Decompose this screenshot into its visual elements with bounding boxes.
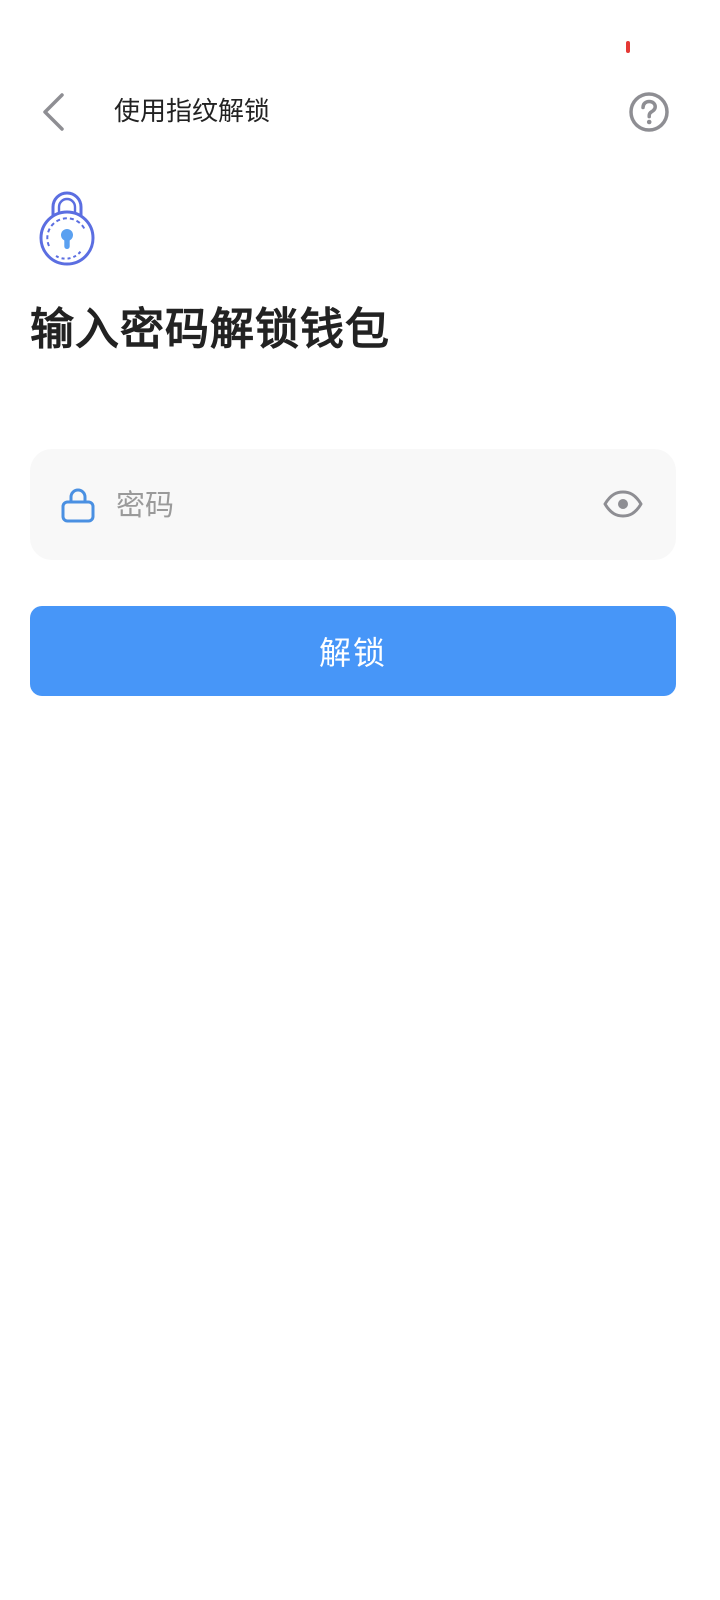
show-password-toggle[interactable] [600, 484, 646, 524]
eye-icon [603, 490, 643, 518]
question-circle-icon [629, 92, 669, 132]
password-input[interactable] [116, 479, 576, 531]
help-button[interactable] [626, 89, 672, 135]
chevron-left-icon [43, 93, 64, 131]
back-button[interactable] [30, 88, 78, 136]
use-fingerprint-link[interactable]: 使用指纹解锁 [114, 94, 270, 130]
password-field[interactable] [30, 449, 676, 560]
page-title: 输入密码解锁钱包 [30, 304, 390, 355]
status-indicator [626, 41, 630, 53]
padlock-keyhole-icon [36, 186, 100, 270]
unlock-wallet-screen: 使用指纹解锁 输入密码解锁钱包 解锁 [0, 0, 720, 1600]
unlock-button[interactable]: 解锁 [30, 606, 676, 696]
lock-icon [61, 488, 95, 523]
